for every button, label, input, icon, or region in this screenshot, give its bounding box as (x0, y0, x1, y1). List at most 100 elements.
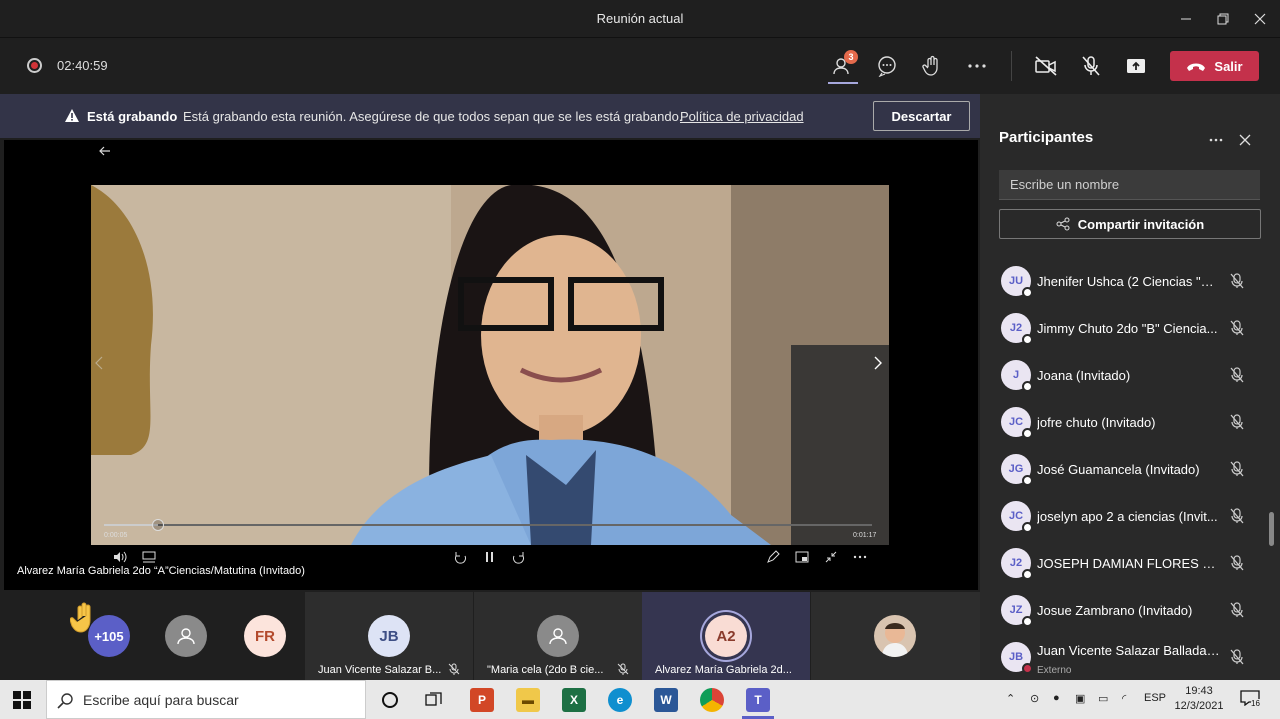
mic-off-icon[interactable] (1229, 649, 1245, 665)
participant-avatar: JC (1001, 407, 1033, 439)
participant-row[interactable]: JC jofre chuto (Invitado) (980, 399, 1280, 446)
taskbar-search-input[interactable]: Escribe aquí para buscar (46, 680, 366, 719)
meeting-timer: 02:40:59 (57, 58, 108, 73)
camera-toggle-button[interactable] (1032, 52, 1060, 80)
mic-off-icon[interactable] (1229, 367, 1245, 383)
participant-row[interactable]: J2 Jimmy Chuto 2do "B" Ciencia... (980, 305, 1280, 352)
video-more-icon[interactable] (853, 551, 867, 563)
chat-button[interactable] (873, 52, 901, 80)
volume-icon[interactable] (113, 551, 127, 563)
mic-off-icon[interactable] (1229, 320, 1245, 336)
notification-center-button[interactable]: 16 (1240, 690, 1262, 710)
participant-row[interactable]: JB Juan Vicente Salazar Balladares Externo (980, 634, 1280, 681)
presence-status-icon (1022, 569, 1033, 580)
participants-count-badge: 3 (844, 50, 858, 64)
participant-row[interactable]: JU Jhenifer Ushca (2 Ciencias "A ... (980, 258, 1280, 305)
leave-button[interactable]: Salir (1170, 51, 1259, 81)
tray-app-icon[interactable]: ⊙ (1030, 692, 1039, 705)
participant-subtitle: Externo (1037, 665, 1072, 676)
participant-name: Josue Zambrano (Invitado) (1037, 603, 1193, 618)
participant-tile-photo[interactable] (811, 592, 980, 680)
presence-status-icon (1022, 663, 1033, 674)
taskbar-clock[interactable]: 19:43 12/3/2021 (1172, 684, 1226, 714)
participant-initials: J2 (1009, 557, 1023, 569)
mic-off-icon[interactable] (1229, 414, 1245, 430)
battery-icon[interactable]: ▭ (1098, 692, 1108, 705)
tray-camera-icon[interactable]: ▣ (1075, 692, 1085, 705)
file-explorer-icon[interactable]: ▬ (516, 688, 540, 712)
captions-icon[interactable] (142, 551, 156, 563)
participant-row[interactable]: J Joana (Invitado) (980, 352, 1280, 399)
mic-off-icon (448, 663, 460, 675)
video-progress-track[interactable] (104, 519, 872, 531)
video-progress-handle[interactable] (151, 519, 164, 531)
avatar-jb: JB (368, 615, 410, 657)
participant-row[interactable]: JC joselyn apo 2 a ciencias (Invit... (980, 493, 1280, 540)
maximize-icon (1217, 13, 1229, 25)
mic-off-icon[interactable] (1229, 508, 1245, 524)
anonymous-avatar[interactable] (165, 615, 207, 657)
mic-toggle-button[interactable] (1077, 52, 1105, 80)
tray-overflow-chevron-icon[interactable]: ⌃ (1006, 692, 1015, 705)
presence-status-icon (1022, 428, 1033, 439)
share-icon (1056, 217, 1070, 231)
participant-tile-name: Juan Vicente Salazar B... (318, 664, 442, 676)
back-arrow-icon[interactable] (99, 146, 111, 156)
next-chevron-icon[interactable] (873, 355, 883, 371)
cortana-icon[interactable] (381, 691, 399, 709)
powerpoint-app-icon[interactable]: P (470, 688, 494, 712)
teams-app-icon[interactable]: T (746, 688, 770, 712)
recording-banner: Está grabando Está grabando esta reunión… (0, 94, 980, 138)
share-invite-button[interactable]: Compartir invitación (999, 209, 1261, 239)
participant-row[interactable]: JG José Guamancela (Invitado) (980, 446, 1280, 493)
mic-off-icon[interactable] (1229, 461, 1245, 477)
panel-more-icon[interactable] (1209, 138, 1223, 142)
annotate-pencil-icon[interactable] (766, 550, 780, 564)
participant-name: Jimmy Chuto 2do "B" Ciencia... (1037, 321, 1218, 336)
participant-initials: JB (1008, 651, 1024, 663)
picture-in-picture-icon[interactable] (795, 551, 809, 563)
pause-icon[interactable] (484, 551, 496, 563)
exit-fullscreen-icon[interactable] (824, 550, 838, 564)
dismiss-button[interactable]: Descartar (873, 101, 970, 131)
participant-name: José Guamancela (Invitado) (1037, 462, 1200, 477)
participant-row[interactable]: J2 JOSEPH DAMIAN FLORES DE ... (980, 540, 1280, 587)
windows-start-icon[interactable] (13, 691, 31, 709)
more-actions-button[interactable] (963, 52, 991, 80)
input-language[interactable]: ESP (1144, 692, 1166, 704)
previous-chevron-icon[interactable] (94, 355, 104, 371)
participant-list-scrollbar[interactable] (1269, 512, 1274, 546)
mic-off-icon[interactable] (1229, 273, 1245, 289)
shared-video[interactable]: 0:00:05 0:01:17 (91, 185, 889, 545)
participant-tile-a2[interactable]: A2 Alvarez María Gabriela 2d... (642, 592, 810, 680)
participants-button[interactable]: 3 (829, 50, 858, 80)
privacy-policy-link[interactable]: Política de privacidad (680, 109, 804, 124)
toolbar-divider (1011, 51, 1012, 81)
mic-off-icon[interactable] (1229, 602, 1245, 618)
wifi-icon[interactable]: ◜ (1122, 692, 1126, 705)
forward-30-icon[interactable] (512, 550, 526, 564)
close-panel-icon[interactable] (1239, 134, 1251, 146)
participant-initials: JZ (1009, 604, 1023, 616)
participant-initials: JC (1008, 416, 1024, 428)
recording-banner-title: Está grabando (87, 109, 178, 124)
avatar-fr[interactable]: FR (244, 615, 286, 657)
raise-hand-button[interactable] (918, 52, 946, 80)
close-window-button[interactable] (1241, 0, 1279, 38)
task-view-icon[interactable] (425, 691, 443, 709)
chrome-browser-icon[interactable] (700, 688, 724, 712)
share-screen-button[interactable] (1122, 52, 1150, 80)
maximize-button[interactable] (1204, 0, 1242, 38)
rewind-10-icon[interactable] (453, 550, 467, 564)
participant-search-input[interactable]: Escribe un nombre (999, 170, 1260, 200)
tray-microphone-icon[interactable]: ● (1053, 692, 1060, 704)
participant-tile-maria[interactable]: "Maria cela (2do B cie... (474, 592, 642, 680)
anonymous-avatar (537, 615, 579, 657)
excel-app-icon[interactable]: X (562, 688, 586, 712)
participant-row[interactable]: JZ Josue Zambrano (Invitado) (980, 587, 1280, 634)
edge-browser-icon[interactable]: e (608, 688, 632, 712)
word-app-icon[interactable]: W (654, 688, 678, 712)
participant-tile-jb[interactable]: JB Juan Vicente Salazar B... (305, 592, 473, 680)
minimize-button[interactable] (1167, 0, 1205, 38)
mic-off-icon[interactable] (1229, 555, 1245, 571)
